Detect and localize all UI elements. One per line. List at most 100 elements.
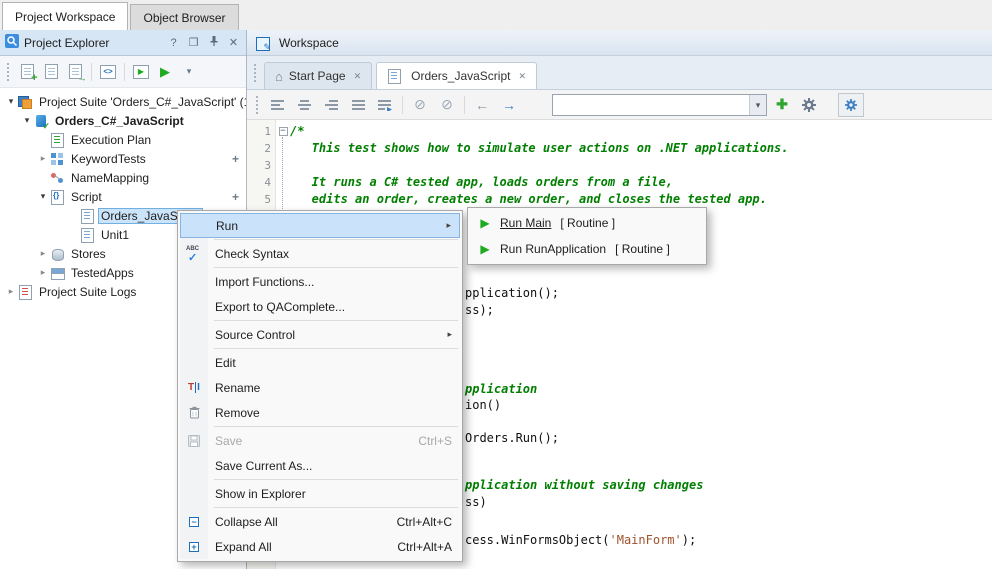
breakpoint-off-button[interactable]: ⊘ xyxy=(435,93,459,117)
save-icon xyxy=(188,435,200,447)
tree-item-execution-plan[interactable]: Execution Plan xyxy=(0,130,246,149)
script-unit-icon xyxy=(387,69,401,83)
menu-item-import-functions[interactable]: Import Functions... xyxy=(180,269,460,294)
search-combo[interactable]: ▾ xyxy=(552,94,767,116)
menu-item-expand-all[interactable]: + Expand All Ctrl+Alt+A xyxy=(180,534,460,559)
expander-open-icon[interactable]: ▾ xyxy=(20,111,34,130)
tree-item-namemapping[interactable]: NameMapping xyxy=(0,168,246,187)
close-button[interactable]: ✕ xyxy=(226,36,241,49)
align-right-icon xyxy=(325,99,338,111)
project-explorer-header: Project Explorer ? ❐ ✕ xyxy=(0,30,246,56)
toolbar-grip[interactable] xyxy=(7,63,10,81)
watch-off-button[interactable]: ⊘ xyxy=(408,93,432,117)
back-arrow-icon: ← xyxy=(475,97,489,113)
align-left-button[interactable] xyxy=(265,93,289,117)
expander-closed-icon[interactable]: ▸ xyxy=(36,263,50,282)
separator xyxy=(214,320,458,321)
run-button[interactable]: ▶ xyxy=(155,61,175,83)
close-tab-icon[interactable]: ✕ xyxy=(354,71,362,82)
add-child-button[interactable]: + xyxy=(232,152,239,166)
play-icon: ▶ xyxy=(480,217,489,229)
run-dropdown-button[interactable]: ▾ xyxy=(179,61,199,83)
toolbar-grip[interactable] xyxy=(256,96,259,114)
fold-guide-line xyxy=(282,137,283,221)
code-fragment: cess.WinFormsObject('MainForm'); xyxy=(465,532,696,549)
submenu-item-run-runapplication[interactable]: ▶ Run RunApplication [ Routine ] xyxy=(470,236,704,262)
code-fragment: pplication xyxy=(465,381,537,398)
navigate-back-button[interactable]: ← xyxy=(470,93,494,117)
menu-item-rename[interactable]: TI Rename xyxy=(180,375,460,400)
format-code-button[interactable] xyxy=(373,93,397,117)
add-item-button[interactable] xyxy=(17,61,37,83)
align-left-icon xyxy=(271,99,284,111)
menu-item-source-control[interactable]: Source Control ▸ xyxy=(180,322,460,347)
menu-item-check-syntax[interactable]: ABC✓ Check Syntax xyxy=(180,241,460,266)
new-file-icon xyxy=(45,64,58,79)
execution-plan-icon xyxy=(50,133,64,147)
tree-item-keywordtests[interactable]: ▸ KeywordTests + xyxy=(0,149,246,168)
separator xyxy=(214,267,458,268)
separator xyxy=(91,63,92,81)
help-button[interactable]: ? xyxy=(166,37,181,49)
separator xyxy=(124,63,125,81)
menu-item-save[interactable]: Save Ctrl+S xyxy=(180,428,460,453)
float-button[interactable]: ❐ xyxy=(186,36,201,49)
run-submenu: ▶ Run Main [ Routine ] ▶ Run RunApplicat… xyxy=(467,207,707,265)
tab-start-page[interactable]: ⌂ Start Page ✕ xyxy=(264,62,372,89)
menu-item-run[interactable]: Run ▸ xyxy=(180,213,460,238)
add-child-button[interactable]: + xyxy=(232,190,239,204)
align-center-button[interactable] xyxy=(292,93,316,117)
menu-item-show-in-explorer[interactable]: Show in Explorer xyxy=(180,481,460,506)
expander-closed-icon[interactable]: ▸ xyxy=(4,282,18,301)
tab-object-browser[interactable]: Object Browser xyxy=(130,4,238,30)
expander-open-icon[interactable]: ▾ xyxy=(4,92,18,111)
gear-icon xyxy=(802,98,816,112)
separator xyxy=(214,479,458,480)
chevron-down-icon: ▾ xyxy=(187,66,192,77)
trash-icon xyxy=(189,406,200,419)
run-window-button[interactable]: ▶ xyxy=(131,61,151,83)
tab-orders-javascript[interactable]: Orders_JavaScript ✕ xyxy=(376,62,537,89)
menu-item-edit[interactable]: Edit xyxy=(180,350,460,375)
name-mapping-icon xyxy=(50,171,64,185)
code-line: 2 This test shows how to simulate user a… xyxy=(247,140,992,157)
submenu-arrow-icon: ▸ xyxy=(447,329,452,340)
code-line: 1 − /* xyxy=(247,123,992,140)
align-right-button[interactable] xyxy=(319,93,343,117)
check-syntax-icon: ABC✓ xyxy=(184,246,204,262)
fold-collapse-icon[interactable]: − xyxy=(279,127,288,136)
menu-item-export-to-qacomplete[interactable]: Export to QAComplete... xyxy=(180,294,460,319)
context-menu: Run ▸ ABC✓ Check Syntax Import Functions… xyxy=(177,210,463,562)
menu-item-save-current-as[interactable]: Save Current As... xyxy=(180,453,460,478)
tree-item-script[interactable]: ▾ Script + xyxy=(0,187,246,206)
editor-settings-button[interactable] xyxy=(838,93,864,117)
align-justify-button[interactable] xyxy=(346,93,370,117)
combo-dropdown-button[interactable]: ▾ xyxy=(749,95,766,115)
code-view-button[interactable]: <> xyxy=(98,61,118,83)
add-button[interactable]: ✚ xyxy=(770,93,794,117)
breakpoint-off-icon: ⊘ xyxy=(441,96,453,113)
tab-project-workspace[interactable]: Project Workspace xyxy=(2,2,128,30)
pin-button[interactable] xyxy=(206,35,221,50)
home-icon: ⌂ xyxy=(275,70,283,83)
menu-item-collapse-all[interactable]: − Collapse All Ctrl+Alt+C xyxy=(180,509,460,534)
submenu-item-run-main[interactable]: ▶ Run Main [ Routine ] xyxy=(470,210,704,236)
separator xyxy=(214,348,458,349)
menu-item-remove[interactable]: Remove xyxy=(180,400,460,425)
search-input[interactable] xyxy=(553,96,749,114)
expander-open-icon[interactable]: ▾ xyxy=(36,187,50,206)
new-file-button[interactable] xyxy=(41,61,61,83)
tabbar-grip[interactable] xyxy=(254,64,257,82)
close-tab-icon[interactable]: ✕ xyxy=(518,71,526,82)
navigate-forward-button[interactable]: → xyxy=(497,93,521,117)
tree-item-project-suite[interactable]: ▾ Project Suite 'Orders_C#_JavaScript' (… xyxy=(0,92,246,111)
align-center-icon xyxy=(298,99,311,111)
run-window-icon: ▶ xyxy=(133,65,149,79)
options-button[interactable] xyxy=(797,93,821,117)
expander-closed-icon[interactable]: ▸ xyxy=(36,244,50,263)
code-fragment: ss) xyxy=(465,494,487,511)
expander-closed-icon[interactable]: ▸ xyxy=(36,149,50,168)
tree-item-orders-project[interactable]: ▾ Orders_C#_JavaScript xyxy=(0,111,246,130)
code-line: 4 It runs a C# tested app, loads orders … xyxy=(247,174,992,191)
export-file-button[interactable] xyxy=(65,61,85,83)
